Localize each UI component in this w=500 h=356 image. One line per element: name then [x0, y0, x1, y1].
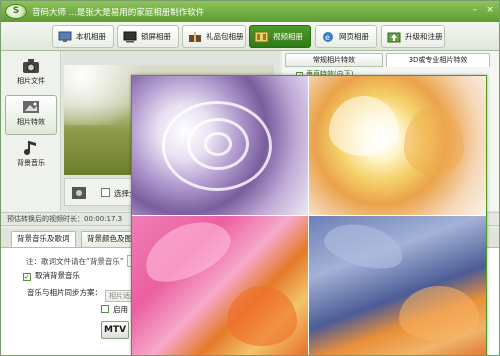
- tab-upgrade-register[interactable]: 升级和注册: [381, 25, 445, 48]
- preview-tile-yellow-rose: [309, 76, 486, 215]
- preview-tile-lily: [309, 216, 486, 355]
- app-window: S 音码大师 ...是张大是易用的家庭相册制作软件 – × 本机相册 锁屏相册 …: [0, 0, 500, 356]
- sidebar-item-label: 相片文件: [17, 77, 45, 85]
- tab-gift-album[interactable]: 礼品包相册: [182, 25, 246, 48]
- sidebar-item-label: 相片特效: [17, 118, 45, 126]
- music-note-icon: [21, 139, 41, 157]
- main-toolbar: 本机相册 锁屏相册 礼品包相册 视频相册 e 网页相册 升级和注册: [1, 22, 499, 51]
- computer-icon: [57, 30, 72, 43]
- sidebar-item-photo-effects[interactable]: 相片特效: [5, 95, 57, 135]
- sidebar-item-label: 背景音乐: [17, 159, 45, 167]
- close-button[interactable]: ×: [483, 4, 497, 17]
- tab-label: 本机相册: [76, 32, 106, 41]
- enable-checkbox[interactable]: [101, 305, 109, 313]
- preview-tile-pink-flower: [132, 216, 308, 355]
- tab-label: 锁屏相册: [141, 32, 171, 41]
- enable-row[interactable]: 启用: [101, 304, 128, 315]
- tab-lockscreen-album[interactable]: 锁屏相册: [117, 25, 179, 48]
- sidebar-item-photo-files[interactable]: 相片文件: [5, 55, 57, 95]
- cancel-music-label: 取消背景音乐: [35, 271, 80, 280]
- svg-text:e: e: [325, 33, 330, 42]
- tab-local-album[interactable]: 本机相册: [52, 25, 114, 48]
- tab-label: 视频相册: [273, 32, 303, 41]
- minimize-button[interactable]: –: [468, 4, 482, 17]
- tab-3d-effects[interactable]: 3D或专业相片特效: [386, 53, 490, 67]
- preview-tile-purple-flower: [132, 76, 308, 215]
- effects-icon: [21, 98, 41, 116]
- app-title: 音码大师 ...是张大是易用的家庭相册制作软件: [32, 8, 205, 18]
- tab-label: 礼品包相册: [206, 32, 244, 41]
- tab-label: 升级和注册: [405, 32, 443, 41]
- gift-icon: [187, 30, 202, 43]
- monitor-icon: [122, 30, 137, 43]
- tab-background-color[interactable]: 背景颜色及图: [81, 231, 138, 247]
- film-icon: [254, 30, 269, 43]
- mtv-button[interactable]: MTV: [101, 321, 129, 339]
- tab-web-album[interactable]: e 网页相册: [315, 25, 377, 48]
- select-all-checkbox[interactable]: [101, 188, 110, 197]
- tab-label: 网页相册: [339, 32, 369, 41]
- cancel-music-checkbox[interactable]: ✓: [23, 273, 31, 281]
- camera-icon: [21, 57, 41, 75]
- title-bar: S 音码大师 ...是张大是易用的家庭相册制作软件 – ×: [1, 1, 499, 22]
- lyrics-note-text: 注：歌词文件请在“背景音乐”: [26, 257, 124, 266]
- tab-music-lyrics[interactable]: 背景音乐及歌词: [11, 231, 76, 247]
- sync-label: 音乐与相片同步方案：: [27, 288, 102, 297]
- tab-regular-effects[interactable]: 常规相片特效: [285, 53, 383, 67]
- film-reel-icon[interactable]: [71, 185, 87, 201]
- sidebar: 相片文件 相片特效 背景音乐: [1, 51, 61, 211]
- cancel-music-row[interactable]: ✓ 取消背景音乐: [23, 270, 80, 281]
- tab-video-album[interactable]: 视频相册: [249, 25, 311, 48]
- upgrade-icon: [386, 30, 401, 43]
- enable-label: 启用: [113, 305, 128, 314]
- effect-preview-popup[interactable]: [131, 75, 487, 355]
- app-logo: S: [5, 4, 27, 19]
- sidebar-item-background-music[interactable]: 背景音乐: [5, 137, 57, 177]
- web-icon: e: [320, 30, 335, 43]
